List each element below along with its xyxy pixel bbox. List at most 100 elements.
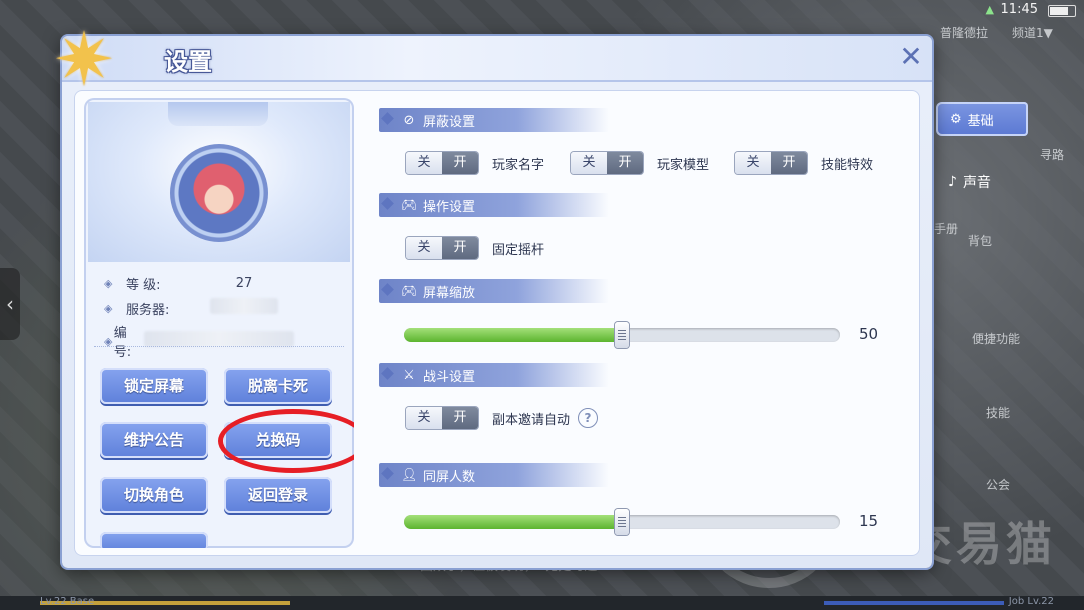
base-level: Lv.22 Base: [40, 596, 95, 607]
toggle-label: 固定摇杆: [492, 242, 545, 258]
close-x-icon[interactable]: ✕: [896, 42, 926, 72]
wifi-icon: ▲: [985, 3, 994, 16]
toggle-off[interactable]: 关: [406, 152, 442, 174]
avatar: [170, 144, 268, 242]
dungeon-invite-toggle[interactable]: 关 开: [406, 407, 478, 429]
screen-zoom-value: 50: [859, 325, 879, 343]
profile-card: ◈ 等 级: 27 ◈ 服务器: ◈ 编 号: 锁定屏幕 脱离卡死 维护公告 兑…: [84, 98, 354, 548]
section-battle-settings: ⚔ 战斗设置: [379, 363, 609, 387]
server-value-blurred: [194, 298, 334, 318]
slider-thumb[interactable]: [615, 322, 629, 348]
section-control-settings: 🎮︎ 操作设置: [379, 193, 609, 217]
toggle-on[interactable]: 开: [442, 152, 478, 174]
screen-zoom-slider[interactable]: [404, 322, 840, 348]
id-value-blurred: [144, 331, 334, 351]
section-title: 屏蔽设置: [423, 114, 476, 130]
block-icon: ⊘: [403, 112, 415, 128]
player-name-toggle-row: 关 开 玩家名字: [406, 152, 544, 174]
quick-functions-button[interactable]: 便捷功能: [972, 330, 1020, 347]
diamond-bullet-icon: ◈: [104, 301, 113, 315]
slider-fill: [404, 328, 622, 342]
lock-screen-button[interactable]: 锁定屏幕: [100, 368, 208, 404]
battery-icon: [1048, 5, 1076, 17]
diamond-bullet-icon: ◈: [104, 277, 113, 290]
help-icon[interactable]: ?: [578, 408, 599, 428]
expand-arrow-icon[interactable]: ‹: [0, 268, 20, 340]
id-label: 编 号:: [113, 326, 132, 360]
player-model-toggle-row: 关 开 玩家模型: [571, 152, 709, 174]
level-row: ◈ 等 级: 27: [104, 274, 334, 293]
section-shield-settings: ⊘ 屏蔽设置: [379, 108, 609, 132]
dialog-title: 设置: [164, 48, 212, 76]
tab-sound[interactable]: ♪ 声音: [948, 172, 991, 192]
divider: [94, 346, 344, 347]
manual-button[interactable]: 手册: [934, 220, 958, 237]
tab-basic-label: 基础: [967, 113, 994, 129]
redeem-code-button[interactable]: 兑换码: [224, 422, 332, 458]
job-exp-fill: [824, 601, 1004, 605]
pathfind-button[interactable]: 寻路: [1040, 146, 1064, 163]
slider-fill: [404, 515, 622, 529]
skill-effects-toggle[interactable]: 关 开: [735, 152, 807, 174]
toggle-label: 技能特效: [821, 157, 874, 173]
clock: 11:45: [1000, 2, 1038, 17]
extra-button[interactable]: [100, 532, 208, 548]
toggle-label: 玩家模型: [657, 157, 710, 173]
player-name-toggle[interactable]: 关 开: [406, 152, 478, 174]
section-title: 屏幕缩放: [423, 285, 476, 301]
guild-button[interactable]: 公会: [986, 476, 1010, 493]
section-title: 战斗设置: [423, 369, 476, 385]
players-on-screen-slider[interactable]: [404, 509, 840, 535]
slider-thumb[interactable]: [615, 509, 629, 535]
dialog-header: ✷ 设置 ✕: [53, 18, 932, 102]
tab-basic[interactable]: ⚙ 基础: [936, 102, 1028, 136]
fixed-joystick-toggle[interactable]: 关 开: [406, 237, 478, 259]
dialog-body: ◈ 等 级: 27 ◈ 服务器: ◈ 编 号: 锁定屏幕 脱离卡死 维护公告 兑…: [74, 90, 920, 556]
back-to-login-button[interactable]: 返回登录: [224, 477, 332, 513]
music-note-icon: ♪: [948, 174, 957, 190]
dungeon-invite-toggle-row: 关 开 副本邀请自动 ?: [406, 407, 599, 429]
channel-selector[interactable]: 频道1▼: [1012, 24, 1053, 41]
sword-icon: ⚔: [403, 367, 415, 383]
section-screen-zoom: 🎮︎ 屏幕缩放: [379, 279, 609, 303]
settings-dialog: ✷ 设置 ✕ ◈ 等 级: 27 ◈ 服务器: ◈ 编 号: 锁定屏幕 脱离卡死…: [53, 18, 932, 568]
toggle-on[interactable]: 开: [771, 152, 807, 174]
gear-icon: ⚙: [950, 111, 962, 127]
server-row: ◈ 服务器:: [104, 298, 334, 318]
job-level: Job Lv.22: [1008, 596, 1054, 607]
maintenance-notice-button[interactable]: 维护公告: [100, 422, 208, 458]
gamepad-icon: 🎮︎: [401, 197, 418, 213]
person-icon: 👤︎: [401, 467, 418, 483]
bag-button[interactable]: 背包: [968, 232, 992, 249]
section-title: 操作设置: [423, 199, 476, 215]
toggle-on[interactable]: 开: [607, 152, 643, 174]
player-model-toggle[interactable]: 关 开: [571, 152, 643, 174]
status-bar: ▲ 11:45: [924, 0, 1084, 20]
exp-bar: Lv.22 Base Job Lv.22: [0, 596, 1084, 610]
toggle-off[interactable]: 关: [406, 407, 442, 429]
map-name[interactable]: 普隆德拉: [940, 24, 988, 41]
toggle-off[interactable]: 关: [735, 152, 771, 174]
character-portrait: [192, 162, 246, 222]
toggle-off[interactable]: 关: [571, 152, 607, 174]
server-label: 服务器:: [126, 302, 170, 318]
unstuck-button[interactable]: 脱离卡死: [224, 368, 332, 404]
toggle-label: 玩家名字: [492, 157, 545, 173]
gamepad-icon: 🎮︎: [401, 283, 418, 299]
skill-effects-toggle-row: 关 开 技能特效: [735, 152, 873, 174]
id-row: ◈ 编 号:: [104, 322, 334, 360]
toggle-off[interactable]: 关: [406, 237, 442, 259]
toggle-label: 副本邀请自动: [492, 412, 571, 428]
profile-banner: [88, 102, 350, 262]
level-value: 27: [235, 276, 253, 291]
fixed-joystick-toggle-row: 关 开 固定摇杆: [406, 237, 544, 259]
toggle-on[interactable]: 开: [442, 407, 478, 429]
section-title: 同屏人数: [423, 469, 476, 485]
level-label: 等 级:: [126, 278, 161, 293]
toggle-on[interactable]: 开: [442, 237, 478, 259]
players-on-screen-value: 15: [859, 512, 879, 530]
tab-sound-label: 声音: [962, 175, 991, 191]
switch-role-button[interactable]: 切换角色: [100, 477, 208, 513]
section-players-on-screen: 👤︎ 同屏人数: [379, 463, 609, 487]
skills-button[interactable]: 技能: [986, 404, 1010, 421]
